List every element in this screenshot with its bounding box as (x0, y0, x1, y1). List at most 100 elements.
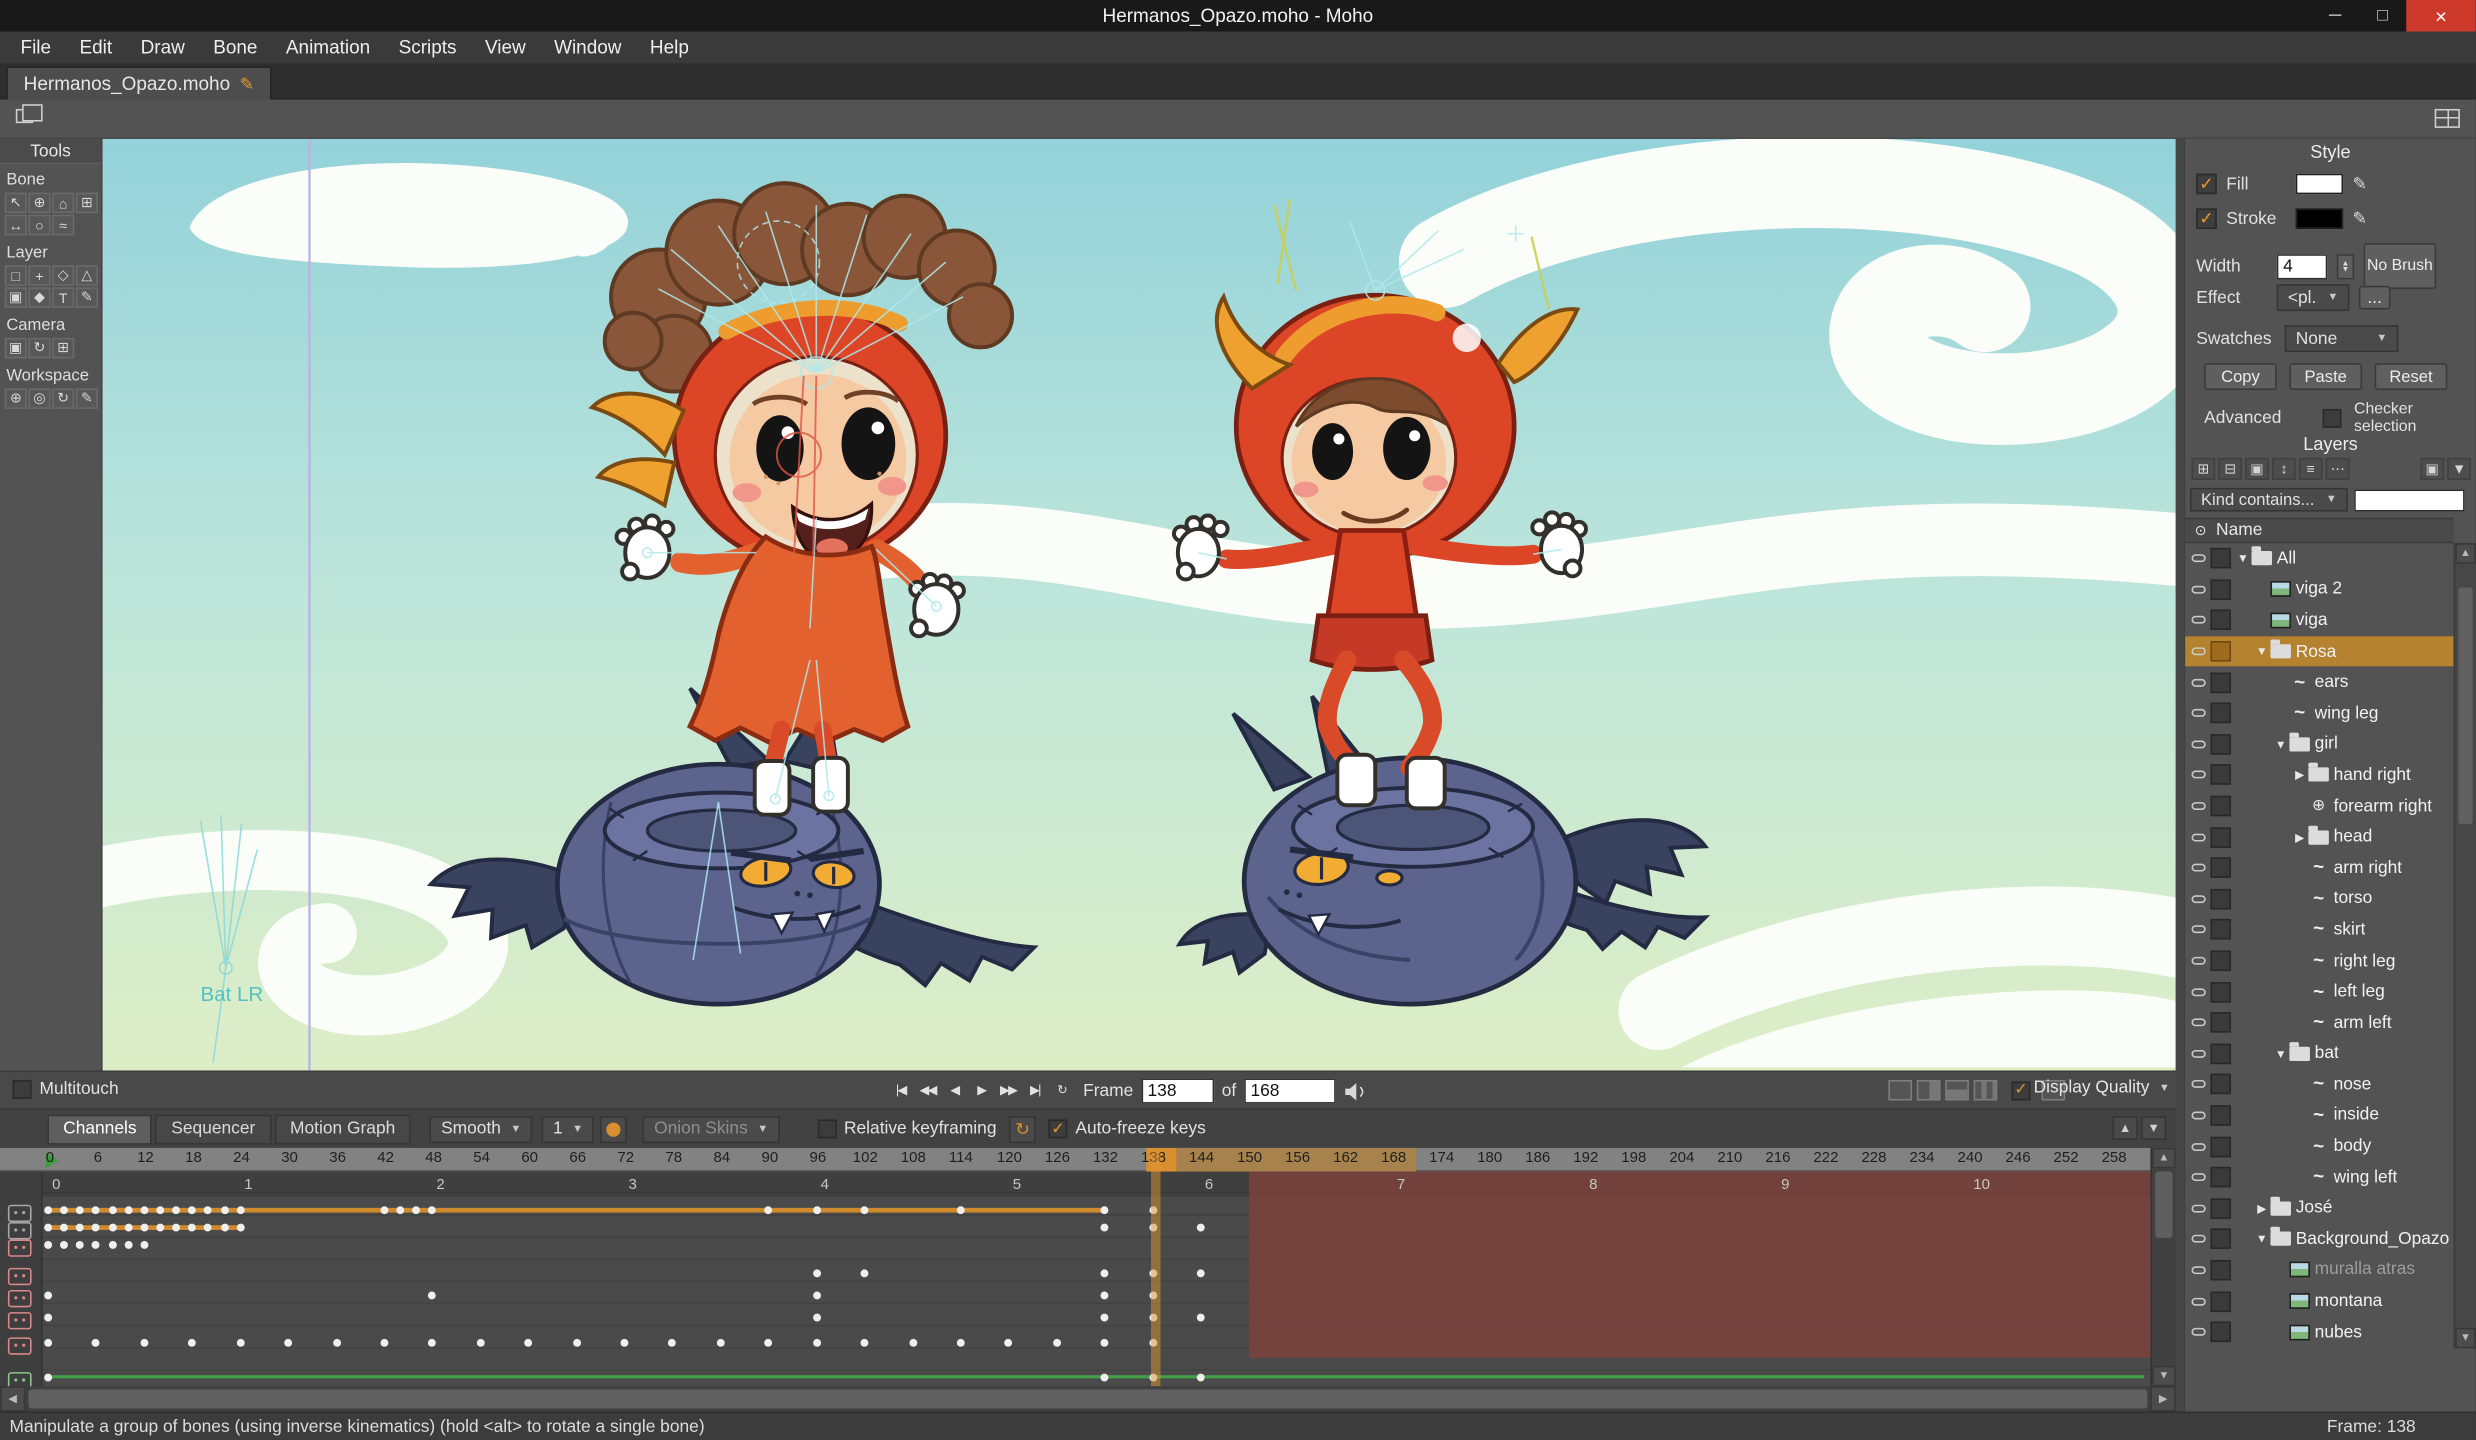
keyframe-dot[interactable] (380, 1339, 388, 1347)
tool-icon[interactable]: ⊞ (76, 193, 98, 214)
timeline-zoom-out-icon[interactable]: ▼ (2141, 1116, 2166, 1140)
timeline-ruler[interactable]: 0612182430364248546066727884909610210811… (0, 1148, 2150, 1172)
keyframe-dot[interactable] (60, 1241, 68, 1249)
keyframe-dot[interactable] (44, 1206, 52, 1214)
transport-button[interactable]: |◀ (889, 1078, 913, 1102)
layer-row-viga-2[interactable]: viga 2 (2185, 574, 2453, 605)
layer-swatch[interactable] (2210, 951, 2231, 972)
layer-anim-toggle[interactable] (2185, 555, 2210, 563)
layer-anim-toggle[interactable] (2185, 1204, 2210, 1212)
layer-anim-toggle[interactable] (2185, 895, 2210, 903)
keyframe-dot[interactable] (1101, 1206, 1109, 1214)
channel-icon[interactable] (8, 1205, 32, 1222)
keyframe-dot[interactable] (140, 1339, 148, 1347)
layer-swatch[interactable] (2210, 1229, 2231, 1250)
keyframe-dot[interactable] (861, 1206, 869, 1214)
layer-swatch[interactable] (2210, 1043, 2231, 1064)
keyframe-dot[interactable] (60, 1224, 68, 1232)
layer-row-skirt[interactable]: ~skirt (2185, 914, 2453, 945)
tool-icon[interactable]: ⊞ (52, 338, 74, 359)
keyframe-dot[interactable] (140, 1241, 148, 1249)
scroll-up-icon[interactable]: ▲ (2152, 1148, 2176, 1169)
expand-arrow[interactable]: ▼ (2234, 552, 2251, 566)
menu-animation[interactable]: Animation (272, 32, 385, 64)
frame-input[interactable] (1141, 1078, 1214, 1103)
copy-button[interactable]: Copy (2204, 363, 2277, 390)
layer-row-rosa[interactable]: ▼Rosa (2185, 636, 2453, 667)
display-quality-label[interactable]: Display Quality (2034, 1078, 2150, 1097)
keyframe-dot[interactable] (172, 1224, 180, 1232)
quality-checkbox[interactable]: ✓ (2012, 1081, 2031, 1100)
keyframe-dot[interactable] (957, 1206, 965, 1214)
key-options-button[interactable]: ↻ (1009, 1115, 1036, 1142)
bone-label-bat-lr[interactable]: Bat LR (201, 983, 264, 1006)
layers-scroll-thumb[interactable] (2458, 587, 2472, 824)
keyframe-dot[interactable] (1197, 1314, 1205, 1322)
keyframe-dot[interactable] (92, 1339, 100, 1347)
keyframe-dot[interactable] (220, 1224, 228, 1232)
layer-swatch[interactable] (2210, 548, 2231, 569)
layer-anim-toggle[interactable] (2185, 617, 2210, 625)
tool-icon[interactable]: ✎ (76, 388, 98, 409)
keyframe-dot[interactable] (108, 1241, 116, 1249)
cycles-dropdown[interactable]: 1 ▼ (542, 1115, 594, 1142)
tool-icon[interactable]: T (52, 287, 74, 308)
layer-anim-toggle[interactable] (2185, 988, 2210, 996)
layer-swatch[interactable] (2210, 610, 2231, 631)
keyframe-dot[interactable] (1101, 1339, 1109, 1347)
layer-anim-toggle[interactable] (2185, 586, 2210, 594)
keyframe-dot[interactable] (813, 1292, 821, 1300)
keyframe-dot[interactable] (861, 1339, 869, 1347)
layer-anim-toggle[interactable] (2185, 1142, 2210, 1150)
keyframe-dot[interactable] (236, 1224, 244, 1232)
tool-icon[interactable]: ≈ (52, 215, 74, 236)
menu-file[interactable]: File (6, 32, 65, 64)
menu-view[interactable]: View (471, 32, 540, 64)
keyframe-dot[interactable] (1005, 1339, 1013, 1347)
layer-swatch[interactable] (2210, 1074, 2231, 1095)
keyframe-dot[interactable] (60, 1206, 68, 1214)
layer-swatch[interactable] (2210, 1260, 2231, 1281)
keyframe-dot[interactable] (44, 1224, 52, 1232)
minimize-button[interactable]: ─ (2312, 0, 2359, 32)
layer-row-all[interactable]: ▼All (2185, 543, 2453, 574)
menu-edit[interactable]: Edit (65, 32, 126, 64)
layer-swatch[interactable] (2210, 981, 2231, 1002)
keyframe-dot[interactable] (1197, 1224, 1205, 1232)
menu-help[interactable]: Help (636, 32, 703, 64)
keyframe-dot[interactable] (765, 1206, 773, 1214)
keyframe-dot[interactable] (1101, 1292, 1109, 1300)
keyframe-dot[interactable] (332, 1339, 340, 1347)
keyframe-dot[interactable] (861, 1269, 869, 1277)
tool-icon[interactable]: + (28, 265, 50, 286)
layer-row-background-opazo[interactable]: ▼Background_Opazo (2185, 1224, 2453, 1255)
keyframe-dot[interactable] (204, 1224, 212, 1232)
quality-preset-full[interactable] (1974, 1080, 1998, 1101)
canvas[interactable]: Bat LR (103, 139, 2176, 1071)
end-frame-input[interactable] (1244, 1078, 1336, 1103)
layer-anim-toggle[interactable] (2185, 1081, 2210, 1089)
tool-icon[interactable]: ◎ (28, 388, 50, 409)
fill-edit-pencil-icon[interactable]: ✎ (2353, 174, 2368, 195)
expand-arrow[interactable]: ▼ (2272, 737, 2289, 751)
keyframe-dot[interactable] (92, 1241, 100, 1249)
expand-arrow[interactable]: ▶ (2291, 768, 2308, 782)
layers-toolbar-icon[interactable]: ⊞ (2192, 458, 2216, 480)
auto-freeze-checkbox[interactable]: ✓ (1049, 1119, 1068, 1138)
transport-button[interactable]: ◀◀ (916, 1078, 940, 1102)
layers-toolbar-icon[interactable]: ≡ (2299, 458, 2323, 480)
layer-row-montana[interactable]: montana (2185, 1286, 2453, 1317)
timeline-hscrollbar[interactable]: ◀ ▶ (0, 1386, 2176, 1411)
layer-row-forearm-right[interactable]: ⊕forearm right (2185, 791, 2453, 822)
layer-swatch[interactable] (2210, 1322, 2231, 1343)
layer-swatch[interactable] (2210, 889, 2231, 910)
keyframe-dot[interactable] (428, 1292, 436, 1300)
layer-swatch[interactable] (2210, 579, 2231, 600)
menu-bone[interactable]: Bone (199, 32, 272, 64)
menu-draw[interactable]: Draw (126, 32, 199, 64)
tool-icon[interactable]: ⊕ (5, 388, 27, 409)
width-input[interactable] (2277, 253, 2328, 278)
keyframe-dot[interactable] (717, 1339, 725, 1347)
keyframe-dot[interactable] (909, 1339, 917, 1347)
stroke-edit-pencil-icon[interactable]: ✎ (2353, 208, 2368, 229)
